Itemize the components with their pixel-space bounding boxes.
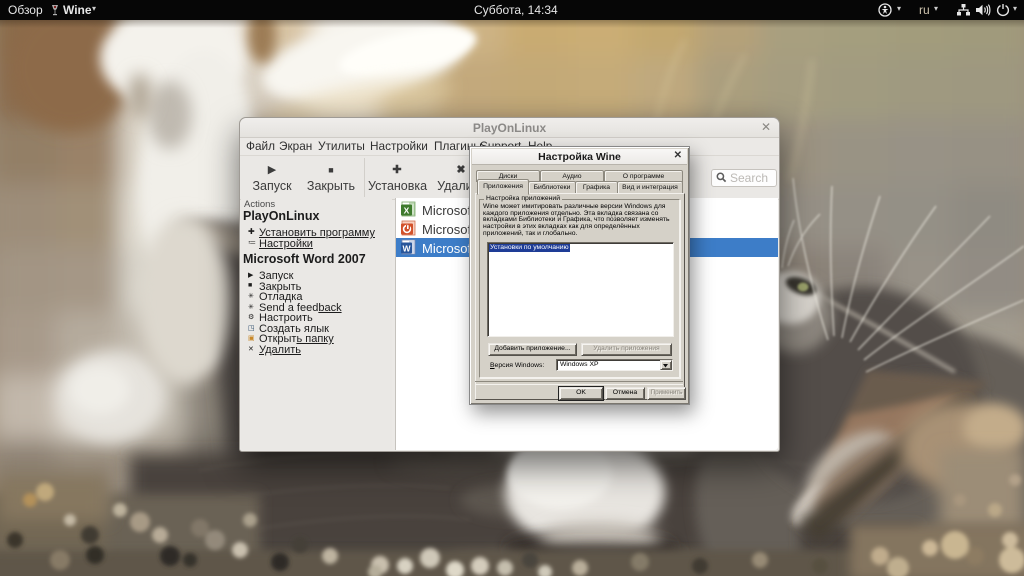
svg-text:W: W [402,243,411,253]
svg-text:X: X [404,205,410,215]
